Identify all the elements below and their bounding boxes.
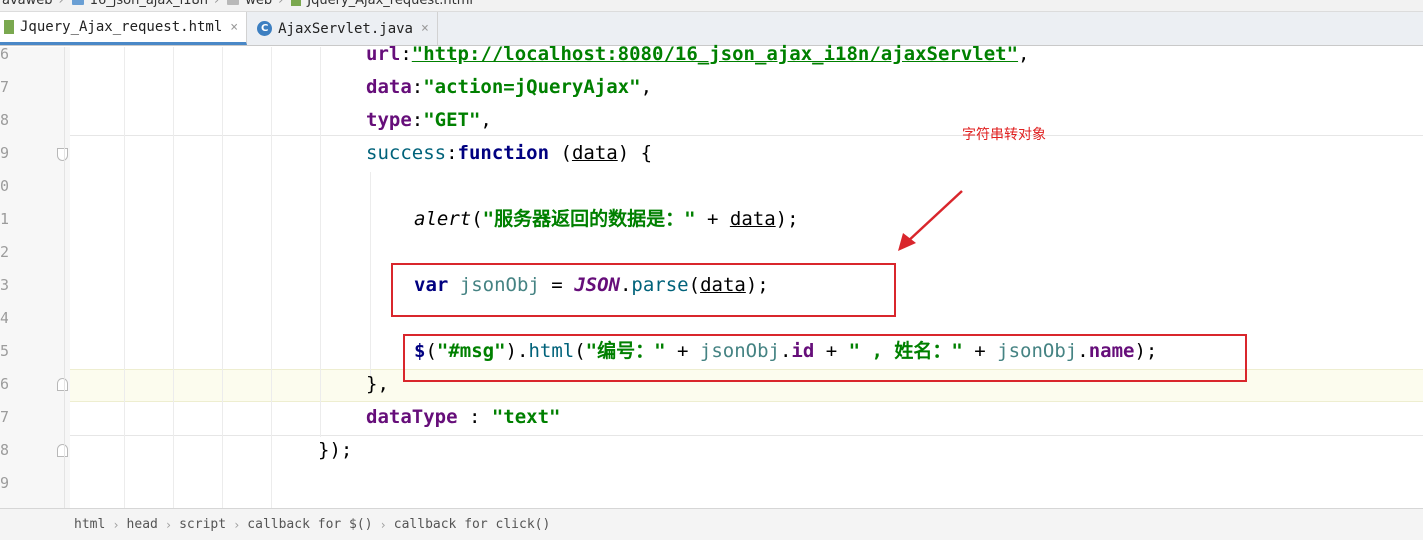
highlight-box-html: [403, 334, 1247, 382]
token-url-string[interactable]: "http://localhost:8080/16_json_ajax_i18n…: [412, 43, 1018, 65]
chevron-right-icon: ›: [164, 517, 173, 532]
gutter-divider: [64, 47, 65, 508]
code-line: data:"action=jQueryAjax",: [366, 76, 653, 98]
line-number: 0: [0, 177, 8, 195]
code-line: type:"GET",: [366, 109, 492, 131]
token-parameter: data: [571, 142, 618, 164]
fold-collapse-icon[interactable]: [57, 148, 68, 161]
code-line: });: [318, 439, 353, 461]
line-number: 8: [0, 111, 8, 129]
close-icon[interactable]: ×: [230, 20, 238, 35]
arrow-shaft: [905, 190, 963, 244]
close-icon[interactable]: ×: [421, 21, 429, 36]
indent-guide: [173, 47, 174, 508]
breadcrumb-project[interactable]: avaweb: [0, 0, 55, 8]
chevron-right-icon: ›: [112, 517, 120, 532]
breadcrumb-file[interactable]: Jquery_Ajax_request.html: [305, 0, 475, 8]
line-number: 6: [0, 375, 8, 393]
token-property: data: [366, 76, 412, 98]
annotation-label: 字符串转对象: [962, 127, 1046, 143]
token-parameter: data: [729, 208, 776, 230]
token-property: type: [366, 109, 412, 131]
module-folder-icon: [71, 0, 84, 5]
highlight-box-parse: [391, 263, 896, 317]
folder-icon: [227, 0, 240, 5]
token-string: "服务器返回的数据是：": [482, 208, 696, 230]
code-line: url:"http://localhost:8080/16_json_ajax_…: [366, 43, 1030, 65]
structure-crumb-head[interactable]: head: [127, 517, 158, 532]
breadcrumb-separator-icon: ›: [278, 0, 284, 8]
token-property: dataType: [366, 406, 458, 428]
structure-crumb-script[interactable]: script: [179, 517, 226, 532]
indent-guide: [370, 172, 371, 377]
breadcrumb-separator-icon: ›: [213, 0, 220, 8]
indent-guide: [271, 47, 272, 508]
line-number: 9: [0, 144, 8, 162]
line-number: 9: [0, 474, 8, 492]
structure-crumb-html[interactable]: html: [74, 517, 105, 532]
fold-end-icon[interactable]: [57, 378, 68, 391]
structure-crumb-callback-click[interactable]: callback for click(): [394, 517, 551, 532]
tab-jquery-ajax-request[interactable]: Jquery_Ajax_request.html ×: [0, 12, 248, 45]
token-property: success: [366, 142, 447, 164]
line-number: 4: [0, 309, 8, 327]
token-string: "action=jQueryAjax": [423, 76, 641, 98]
line-number: 2: [0, 243, 8, 261]
breadcrumb-separator-icon: ›: [58, 0, 64, 8]
breadcrumb-module[interactable]: 16_json_ajax_i18n: [88, 0, 210, 8]
token-keyword: function: [457, 142, 550, 164]
code-line: },: [366, 373, 389, 395]
tab-label: Jquery_Ajax_request.html: [20, 19, 223, 35]
line-number-gutter: 6 7 8 9 0 1 2 3 4 5 6 7 8 9: [0, 45, 94, 508]
code-line: success:function (data) {: [366, 142, 653, 164]
html-file-icon: [4, 20, 14, 34]
annotation-arrow-icon: [898, 190, 963, 251]
java-class-icon: C: [257, 21, 273, 36]
token-function: alert: [414, 208, 472, 230]
structure-crumb-callback-dollar[interactable]: callback for $(): [247, 517, 372, 532]
html-file-icon: [291, 0, 302, 6]
line-number: 7: [0, 408, 8, 426]
token-property: url: [366, 43, 401, 65]
indent-guide: [124, 47, 125, 508]
token-string: "GET": [423, 109, 481, 131]
code-editor[interactable]: 6 7 8 9 0 1 2 3 4 5 6 7 8 9 url:"http://…: [0, 43, 1423, 508]
line-number: 5: [0, 342, 8, 360]
line-number: 7: [0, 78, 8, 96]
fold-end-icon[interactable]: [57, 444, 68, 457]
tab-label: AjaxServlet.java: [278, 20, 413, 37]
code-line: dataType : "text": [366, 406, 561, 428]
indent-guide: [222, 47, 223, 508]
line-number: 1: [0, 210, 8, 228]
line-number: 3: [0, 276, 8, 294]
breadcrumb-web[interactable]: web: [243, 0, 274, 8]
line-number: 8: [0, 441, 8, 459]
navigation-breadcrumb: avaweb › 16_json_ajax_i18n › web › Jquer…: [0, 0, 1423, 12]
method-separator: [70, 135, 1423, 136]
chevron-right-icon: ›: [233, 517, 241, 532]
line-number: 6: [0, 45, 8, 63]
method-separator: [70, 435, 1423, 436]
indent-guide: [320, 47, 321, 437]
token-string: "text": [491, 406, 561, 428]
code-line: alert("服务器返回的数据是：" + data);: [414, 208, 799, 230]
chevron-right-icon: ›: [379, 517, 387, 532]
structure-breadcrumb: html › head › script › callback for $() …: [0, 508, 1423, 540]
